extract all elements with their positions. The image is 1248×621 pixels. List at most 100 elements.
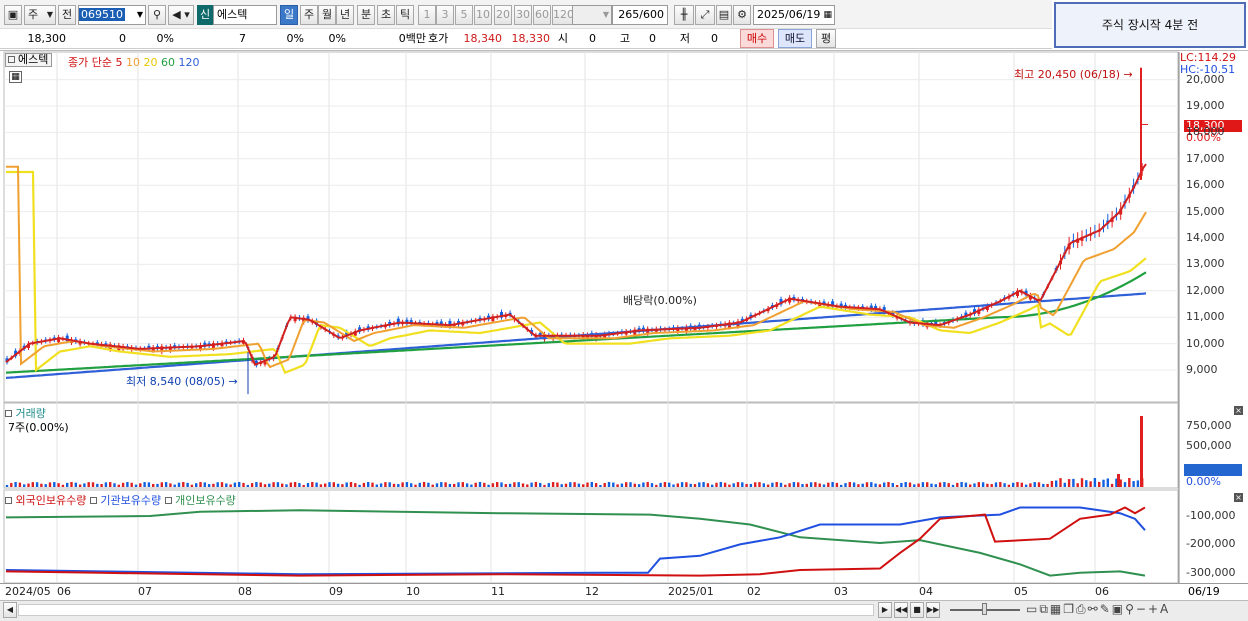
interval-button-30[interactable]: 30 bbox=[514, 5, 532, 25]
gear-icon[interactable]: ⚙ bbox=[733, 5, 751, 25]
copy-icon[interactable]: ❐ bbox=[1063, 602, 1076, 616]
split-icon[interactable]: ⧉ bbox=[1039, 602, 1050, 616]
candle-type-icon[interactable]: ╫ bbox=[674, 5, 694, 25]
date-input[interactable]: 2025/06/19 ▦ bbox=[753, 5, 835, 25]
legend-ma5[interactable]: 5 bbox=[116, 56, 123, 69]
buy-button[interactable]: 매수 bbox=[740, 29, 774, 48]
volume-bar bbox=[199, 482, 202, 487]
save-icon[interactable]: ▤ bbox=[716, 5, 732, 25]
period-button-1[interactable]: 주 bbox=[300, 5, 318, 25]
interval-button-120[interactable]: 120 bbox=[552, 5, 574, 25]
legend-institution[interactable]: 기관보유수량 bbox=[100, 494, 161, 507]
interval-button-3[interactable]: 3 bbox=[436, 5, 454, 25]
zoom-slider-thumb[interactable] bbox=[982, 603, 987, 615]
volume-bar bbox=[797, 482, 800, 487]
volume-bar bbox=[40, 483, 43, 487]
grid-icon[interactable]: ▦ bbox=[1050, 602, 1063, 616]
legend-ma20[interactable]: 20 bbox=[144, 56, 158, 69]
close-icon[interactable]: × bbox=[1234, 406, 1243, 415]
scroll-left-button[interactable]: ◀ bbox=[3, 602, 17, 618]
volume-bar bbox=[672, 484, 675, 487]
legend-ma10[interactable]: 10 bbox=[126, 56, 140, 69]
interval-button-60[interactable]: 60 bbox=[533, 5, 551, 25]
volume-bar bbox=[547, 483, 550, 487]
chart-svg[interactable] bbox=[0, 50, 1248, 600]
arrow-right-icon: → bbox=[228, 375, 238, 388]
close-icon[interactable]: × bbox=[1234, 493, 1243, 502]
market-select[interactable]: 주 ▼ bbox=[24, 5, 56, 25]
period-button-5[interactable]: 초 bbox=[377, 5, 395, 25]
volume-bar bbox=[74, 482, 77, 487]
eval-button[interactable]: 평 bbox=[816, 29, 836, 48]
code-input[interactable]: 069510 ▼ bbox=[78, 5, 146, 25]
volume-bar bbox=[298, 483, 301, 487]
scroll-right-button[interactable]: ▶ bbox=[878, 602, 892, 618]
legend-foreign[interactable]: 외국인보유수량 bbox=[16, 494, 87, 507]
legend-close[interactable]: 종가 bbox=[68, 56, 88, 69]
legend-ma60[interactable]: 60 bbox=[161, 56, 175, 69]
volume-bar bbox=[762, 483, 765, 487]
volume-bar bbox=[143, 482, 146, 487]
plus-icon[interactable]: + bbox=[1148, 602, 1160, 616]
count-input[interactable]: 265/600 bbox=[612, 5, 668, 25]
print-icon[interactable]: ⎙ bbox=[1076, 602, 1088, 616]
interval-button-20[interactable]: 20 bbox=[494, 5, 512, 25]
period-button-2[interactable]: 월 bbox=[318, 5, 336, 25]
period-button-6[interactable]: 틱 bbox=[396, 5, 414, 25]
calendar-icon[interactable]: ▦ bbox=[823, 6, 832, 24]
interval-button-5[interactable]: 5 bbox=[455, 5, 473, 25]
link-icon[interactable]: ⚯ bbox=[1088, 602, 1100, 616]
volume-bar bbox=[633, 483, 636, 487]
legend-simple[interactable]: 단순 bbox=[92, 56, 112, 69]
image-icon[interactable]: ▣ bbox=[1112, 602, 1125, 616]
x-axis-label: 05 bbox=[1014, 585, 1028, 598]
volume-bar bbox=[371, 482, 374, 487]
stop-button[interactable]: ■ bbox=[910, 602, 924, 618]
volume-bar bbox=[66, 482, 69, 487]
search-icon[interactable]: ⚲ bbox=[148, 5, 166, 25]
period-button-4[interactable]: 분 bbox=[357, 5, 375, 25]
volume-bar bbox=[1033, 482, 1036, 487]
prev-button[interactable]: 전 bbox=[58, 5, 76, 25]
legend-individual[interactable]: 개인보유수량 bbox=[175, 494, 236, 507]
period-button-3[interactable]: 년 bbox=[336, 5, 354, 25]
zoom-icon[interactable]: ⚲ bbox=[1125, 602, 1136, 616]
volume-bar bbox=[242, 482, 245, 487]
table-icon[interactable]: ▦ bbox=[9, 71, 22, 83]
window-menu-button[interactable]: ▣ bbox=[4, 5, 22, 25]
price-tab[interactable]: 에스텍 bbox=[5, 53, 53, 67]
volume-bar bbox=[250, 483, 254, 487]
interval-input[interactable]: ▼ bbox=[572, 5, 612, 25]
volume-bar bbox=[741, 482, 744, 487]
volume-bar bbox=[607, 482, 611, 487]
forward-button[interactable]: ▶▶ bbox=[926, 602, 940, 618]
volume-bar bbox=[969, 484, 972, 487]
volume-bar bbox=[977, 482, 980, 487]
volume-bar bbox=[418, 482, 421, 487]
minus-icon[interactable]: − bbox=[1136, 602, 1148, 616]
font-icon[interactable]: A bbox=[1160, 602, 1170, 616]
chevron-down-icon[interactable]: ▼ bbox=[137, 6, 143, 24]
period-button-0[interactable]: 일 bbox=[280, 5, 298, 25]
interval-button-10[interactable]: 10 bbox=[474, 5, 492, 25]
interval-button-1[interactable]: 1 bbox=[418, 5, 436, 25]
volume-bar bbox=[736, 482, 740, 487]
price-y-tick: 19,000 bbox=[1186, 99, 1225, 112]
layout-icon[interactable]: ▭ bbox=[1026, 602, 1039, 616]
volume-bar bbox=[44, 484, 47, 487]
volume-bar bbox=[470, 484, 473, 487]
volume-bar bbox=[938, 482, 942, 487]
volume-bar bbox=[827, 482, 830, 487]
volume-bar bbox=[1024, 484, 1028, 487]
draw-tool-icon[interactable]: ⤢ bbox=[695, 5, 715, 25]
volume-bar bbox=[465, 483, 469, 487]
volume-bar bbox=[1063, 482, 1066, 487]
rewind-button[interactable]: ◀◀ bbox=[894, 602, 908, 618]
sell-button[interactable]: 매도 bbox=[778, 29, 812, 48]
legend-ma120[interactable]: 120 bbox=[179, 56, 200, 69]
count-value: 265 bbox=[618, 8, 640, 21]
stock-name-field[interactable]: 에스텍 bbox=[213, 5, 277, 25]
scrollbar-track[interactable] bbox=[18, 604, 874, 616]
speaker-icon[interactable]: ◀ ▾ bbox=[168, 5, 194, 25]
edit-icon[interactable]: ✎ bbox=[1100, 602, 1112, 616]
